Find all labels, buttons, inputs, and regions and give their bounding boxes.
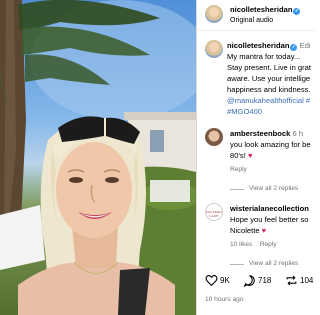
action-bar: 9K 718 104 <box>205 274 316 294</box>
comment-bubble-icon[interactable] <box>243 274 256 287</box>
heart-emoji-icon: ♥ <box>261 226 267 235</box>
author-avatar[interactable] <box>205 5 223 23</box>
caption-line: Stay present. Live in grat <box>227 63 311 72</box>
selfie-image <box>0 0 196 315</box>
comment-action: 718 <box>243 274 271 287</box>
comment-text: Hope you feel better so <box>230 215 309 224</box>
comment-text-row: Nicolette ♥ <box>230 225 266 236</box>
post-photo[interactable] <box>0 0 196 315</box>
comment-time: 6 h <box>292 129 304 138</box>
comment-text-row: 80's! ♥ <box>230 150 252 161</box>
reply-button[interactable]: Reply <box>230 164 247 175</box>
post-side-panel: nicolletesheridan ✓ Original audio nicoll… <box>196 0 316 315</box>
wisteria-logo-text: WISTERIA LANE <box>206 210 223 218</box>
comment-text: Nicolette <box>230 226 260 235</box>
verified-badge-icon: ✓ <box>290 43 298 51</box>
caption-username-row: nicolletesheridan ✓ Edi <box>227 40 311 51</box>
caption-avatar[interactable] <box>205 40 223 58</box>
caption-username[interactable]: nicolletesheridan <box>227 41 289 50</box>
header-divider <box>197 30 316 31</box>
view-replies-button[interactable]: View all 2 replies <box>249 183 298 194</box>
comment-text: 80's! <box>230 151 246 160</box>
author-username-row[interactable]: nicolletesheridan ✓ <box>230 4 301 15</box>
post-timestamp: 10 hours ago <box>205 296 244 303</box>
comment-count[interactable]: 718 <box>258 276 271 285</box>
reply-button[interactable]: Reply <box>260 241 277 248</box>
comment-meta: 10 likes Reply <box>230 239 277 250</box>
audio-label[interactable]: Original audio <box>230 15 273 26</box>
verified-badge-icon: ✓ <box>293 7 301 15</box>
view-replies-button[interactable]: View all 2 replies <box>249 258 298 269</box>
comment-text: you look amazing for be <box>230 140 311 149</box>
repost-icon[interactable] <box>285 274 298 287</box>
like-action: 9K <box>205 274 230 287</box>
commenter-avatar[interactable] <box>205 128 223 146</box>
comment-username[interactable]: wisterialanecollection <box>230 203 309 214</box>
caption-line: aware. Use your intellige <box>227 74 311 83</box>
replies-divider <box>230 264 244 265</box>
caption-hashtag-link[interactable]: #MGO400 <box>227 106 262 117</box>
caption-line: My mantra for today... <box>227 52 301 61</box>
repost-action: 104 <box>285 274 313 287</box>
heart-outline-icon[interactable] <box>205 274 218 287</box>
caption-edited-label: Edi <box>299 41 311 50</box>
commenter-avatar[interactable]: WISTERIA LANE <box>205 203 223 221</box>
comment-likes[interactable]: 10 likes <box>230 241 252 248</box>
caption-mention-link[interactable]: @manukahealthofficial # <box>227 95 310 106</box>
caption-line: happiness and kindness. <box>227 85 311 94</box>
replies-divider <box>230 189 244 190</box>
like-count[interactable]: 9K <box>220 276 230 285</box>
repost-count[interactable]: 104 <box>300 276 313 285</box>
author-username[interactable]: nicolletesheridan <box>230 5 292 14</box>
comment-username[interactable]: ambersteenbock <box>230 129 290 138</box>
heart-emoji-icon: ♥ <box>247 151 253 160</box>
comment-header: ambersteenbock 6 h <box>230 128 303 139</box>
